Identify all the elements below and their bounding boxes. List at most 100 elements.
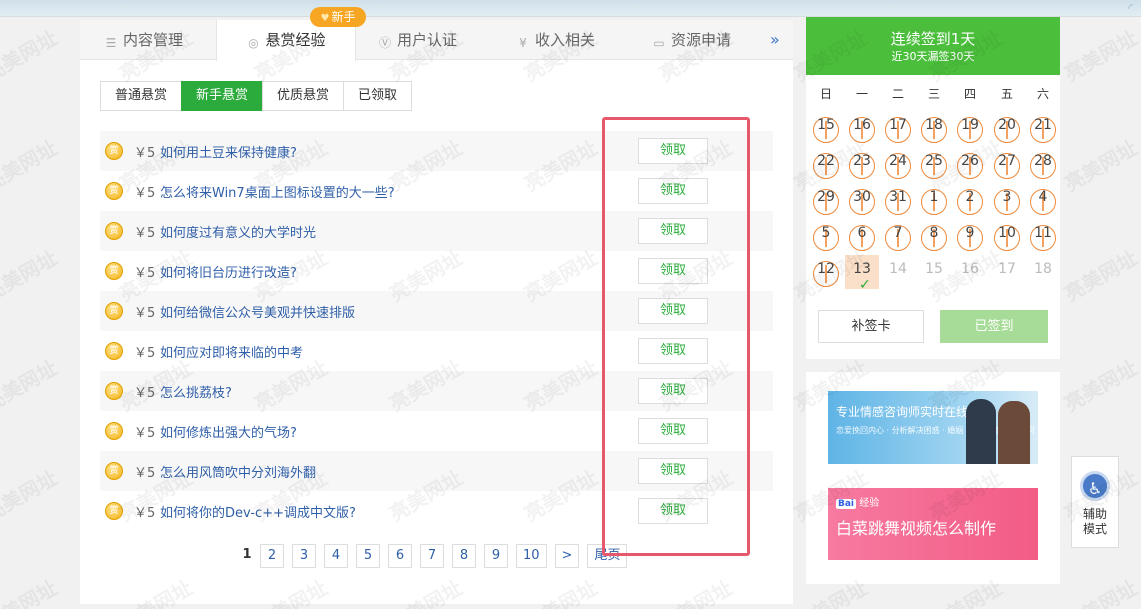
question-link[interactable]: 如何修炼出强大的气场? — [160, 422, 297, 441]
calendar-day[interactable]: 11 — [1026, 219, 1060, 253]
page-link[interactable]: 3 — [292, 544, 316, 568]
page-link[interactable]: 8 — [452, 544, 476, 568]
calendar-day[interactable]: 31 — [881, 183, 915, 217]
page-link[interactable]: 5 — [356, 544, 380, 568]
subtab-newbie[interactable]: 新手悬赏 — [181, 81, 264, 111]
question-link[interactable]: 如何应对即将来临的中考 — [160, 342, 303, 361]
calendar-day[interactable]: 23 — [845, 147, 879, 181]
question-link[interactable]: 如何将你的Dev-c++调成中文版? — [160, 502, 356, 521]
accessibility-icon: ♿ — [1080, 471, 1110, 501]
subtab-claimed[interactable]: 已领取 — [343, 81, 413, 111]
calendar-day[interactable]: 26 — [953, 147, 987, 181]
tab-income[interactable]: ¥ 收入相关 — [516, 20, 595, 60]
calendar-day[interactable]: 4 — [1026, 183, 1060, 217]
calendar-day[interactable]: 16 — [953, 255, 987, 289]
calendar-day[interactable]: 3 — [990, 183, 1024, 217]
tab-user-verification[interactable]: Ⓥ 用户认证 — [378, 20, 457, 60]
calendar-day[interactable]: 13 ✓ — [845, 255, 879, 293]
signed-button[interactable]: 已签到 — [940, 310, 1048, 343]
claim-button[interactable]: 领取 — [638, 498, 708, 524]
signin-title: 连续签到1天 — [890, 30, 976, 48]
claim-button[interactable]: 领取 — [638, 298, 708, 324]
calendar-day[interactable]: 8 — [917, 219, 951, 253]
coin-icon: 赏 — [105, 262, 123, 280]
watermark-text: 亮美网址 — [1060, 355, 1141, 417]
calendar-day[interactable]: 30 — [845, 183, 879, 217]
claim-button[interactable]: 领取 — [638, 178, 708, 204]
claim-button[interactable]: 领取 — [638, 418, 708, 444]
day-number: 19 — [961, 117, 979, 133]
calendar-day[interactable]: 7 — [881, 219, 915, 253]
main-panel: ☰ 内容管理 ◎ 悬赏经验 Ⓥ 用户认证 ¥ 收入相关 ▭ 资源申请 » ♥ 新手 普通悬赏… — [80, 7, 793, 604]
weekday-label: 一 — [855, 87, 868, 101]
page-link[interactable]: 4 — [324, 544, 348, 568]
question-link[interactable]: 如何用土豆来保持健康? — [160, 142, 297, 161]
question-link[interactable]: 如何给微信公众号美观并快速排版 — [160, 302, 355, 321]
calendar-day[interactable]: 27 — [990, 147, 1024, 181]
calendar-day[interactable]: 18 — [1026, 255, 1060, 289]
claim-button[interactable]: 领取 — [638, 138, 708, 164]
question-link[interactable]: 怎么用风筒吹中分刘海外翻 — [160, 462, 316, 481]
tabs-more-arrow[interactable]: » — [770, 20, 780, 60]
reward-amount: ￥5 — [134, 505, 156, 521]
calendar-day[interactable]: 21 — [1026, 111, 1060, 145]
calendar-day[interactable]: 29 — [809, 183, 843, 217]
question-link[interactable]: 怎么将来Win7桌面上图标设置的大一些? — [160, 182, 395, 201]
page-link[interactable]: 7 — [420, 544, 444, 568]
claim-button[interactable]: 领取 — [638, 258, 708, 284]
day-number: 23 — [853, 153, 871, 169]
tab-resource-apply[interactable]: ▭ 资源申请 — [652, 20, 731, 60]
claim-button[interactable]: 领取 — [638, 378, 708, 404]
watermark-text: 亮美网址 — [0, 245, 62, 307]
page-link[interactable]: 9 — [484, 544, 508, 568]
calendar-day[interactable]: 5 — [809, 219, 843, 253]
ad-banner-dance-video[interactable]: Bai 经验 白菜跳舞视频怎么制作 — [828, 488, 1038, 560]
calendar-day[interactable]: 14 — [881, 255, 915, 289]
calendar-day[interactable]: 12 — [809, 255, 843, 289]
page-link[interactable]: 6 — [388, 544, 412, 568]
day-number: 28 — [1034, 153, 1052, 169]
assist-label-2: 模式 — [1082, 522, 1107, 536]
ads-panel: 专业情感咨询师实时在线答疑 恋爱挽回内心 · 分析解决困惑 · 婚姻 · 心理服… — [806, 372, 1060, 584]
next-page-button[interactable]: > — [554, 544, 580, 568]
last-page-button[interactable]: 尾页 — [587, 544, 628, 568]
page-link[interactable]: 10 — [516, 544, 547, 568]
calendar-day[interactable]: 19 — [953, 111, 987, 145]
calendar-day[interactable]: 1 — [917, 183, 951, 217]
page-link[interactable]: 2 — [260, 544, 284, 568]
question-link[interactable]: 怎么挑荔枝? — [160, 382, 232, 401]
heart-icon: ♥ — [320, 13, 330, 24]
weekday-label: 日 — [819, 87, 832, 101]
claim-button[interactable]: 领取 — [638, 218, 708, 244]
calendar-day[interactable]: 15 — [809, 111, 843, 145]
subtab-quality[interactable]: 优质悬赏 — [262, 81, 345, 111]
calendar-day[interactable]: 16 — [845, 111, 879, 145]
calendar-day[interactable]: 2 — [953, 183, 987, 217]
calendar-day[interactable]: 24 — [881, 147, 915, 181]
calendar-day[interactable]: 20 — [990, 111, 1024, 145]
subtab-normal[interactable]: 普通悬赏 — [100, 81, 183, 111]
calendar-day[interactable]: 22 — [809, 147, 843, 181]
claim-button[interactable]: 领取 — [638, 458, 708, 484]
ad-banner-counseling[interactable]: 专业情感咨询师实时在线答疑 恋爱挽回内心 · 分析解决困惑 · 婚姻 · 心理服… — [828, 391, 1038, 464]
claim-button[interactable]: 领取 — [638, 338, 708, 364]
day-number: 7 — [893, 225, 903, 241]
assist-mode-button[interactable]: ♿ 辅助 模式 — [1071, 456, 1119, 548]
tab-content-management[interactable]: ☰ 内容管理 — [104, 20, 183, 60]
calendar-day[interactable]: 6 — [845, 219, 879, 253]
calendar-day[interactable]: 9 — [953, 219, 987, 253]
calendar-day[interactable]: 10 — [990, 219, 1024, 253]
calendar-day[interactable]: 17 — [990, 255, 1024, 289]
calendar-day[interactable]: 28 — [1026, 147, 1060, 181]
day-number: 3 — [1002, 189, 1012, 205]
calendar-day[interactable]: 15 — [917, 255, 951, 289]
question-link[interactable]: 如何将旧台历进行改造? — [160, 262, 297, 281]
question-link[interactable]: 如何度过有意义的大学时光 — [160, 222, 316, 241]
calendar-day[interactable]: 25 — [917, 147, 951, 181]
pagination: 1 2 3 4 5 6 7 8 9 10 > 尾页 — [240, 544, 635, 568]
tab-label: 用户认证 — [397, 31, 458, 49]
makeup-card-button[interactable]: 补签卡 — [818, 310, 924, 343]
calendar-day[interactable]: 17 — [881, 111, 915, 145]
calendar-day[interactable]: 18 — [917, 111, 951, 145]
day-number: 25 — [925, 153, 943, 169]
